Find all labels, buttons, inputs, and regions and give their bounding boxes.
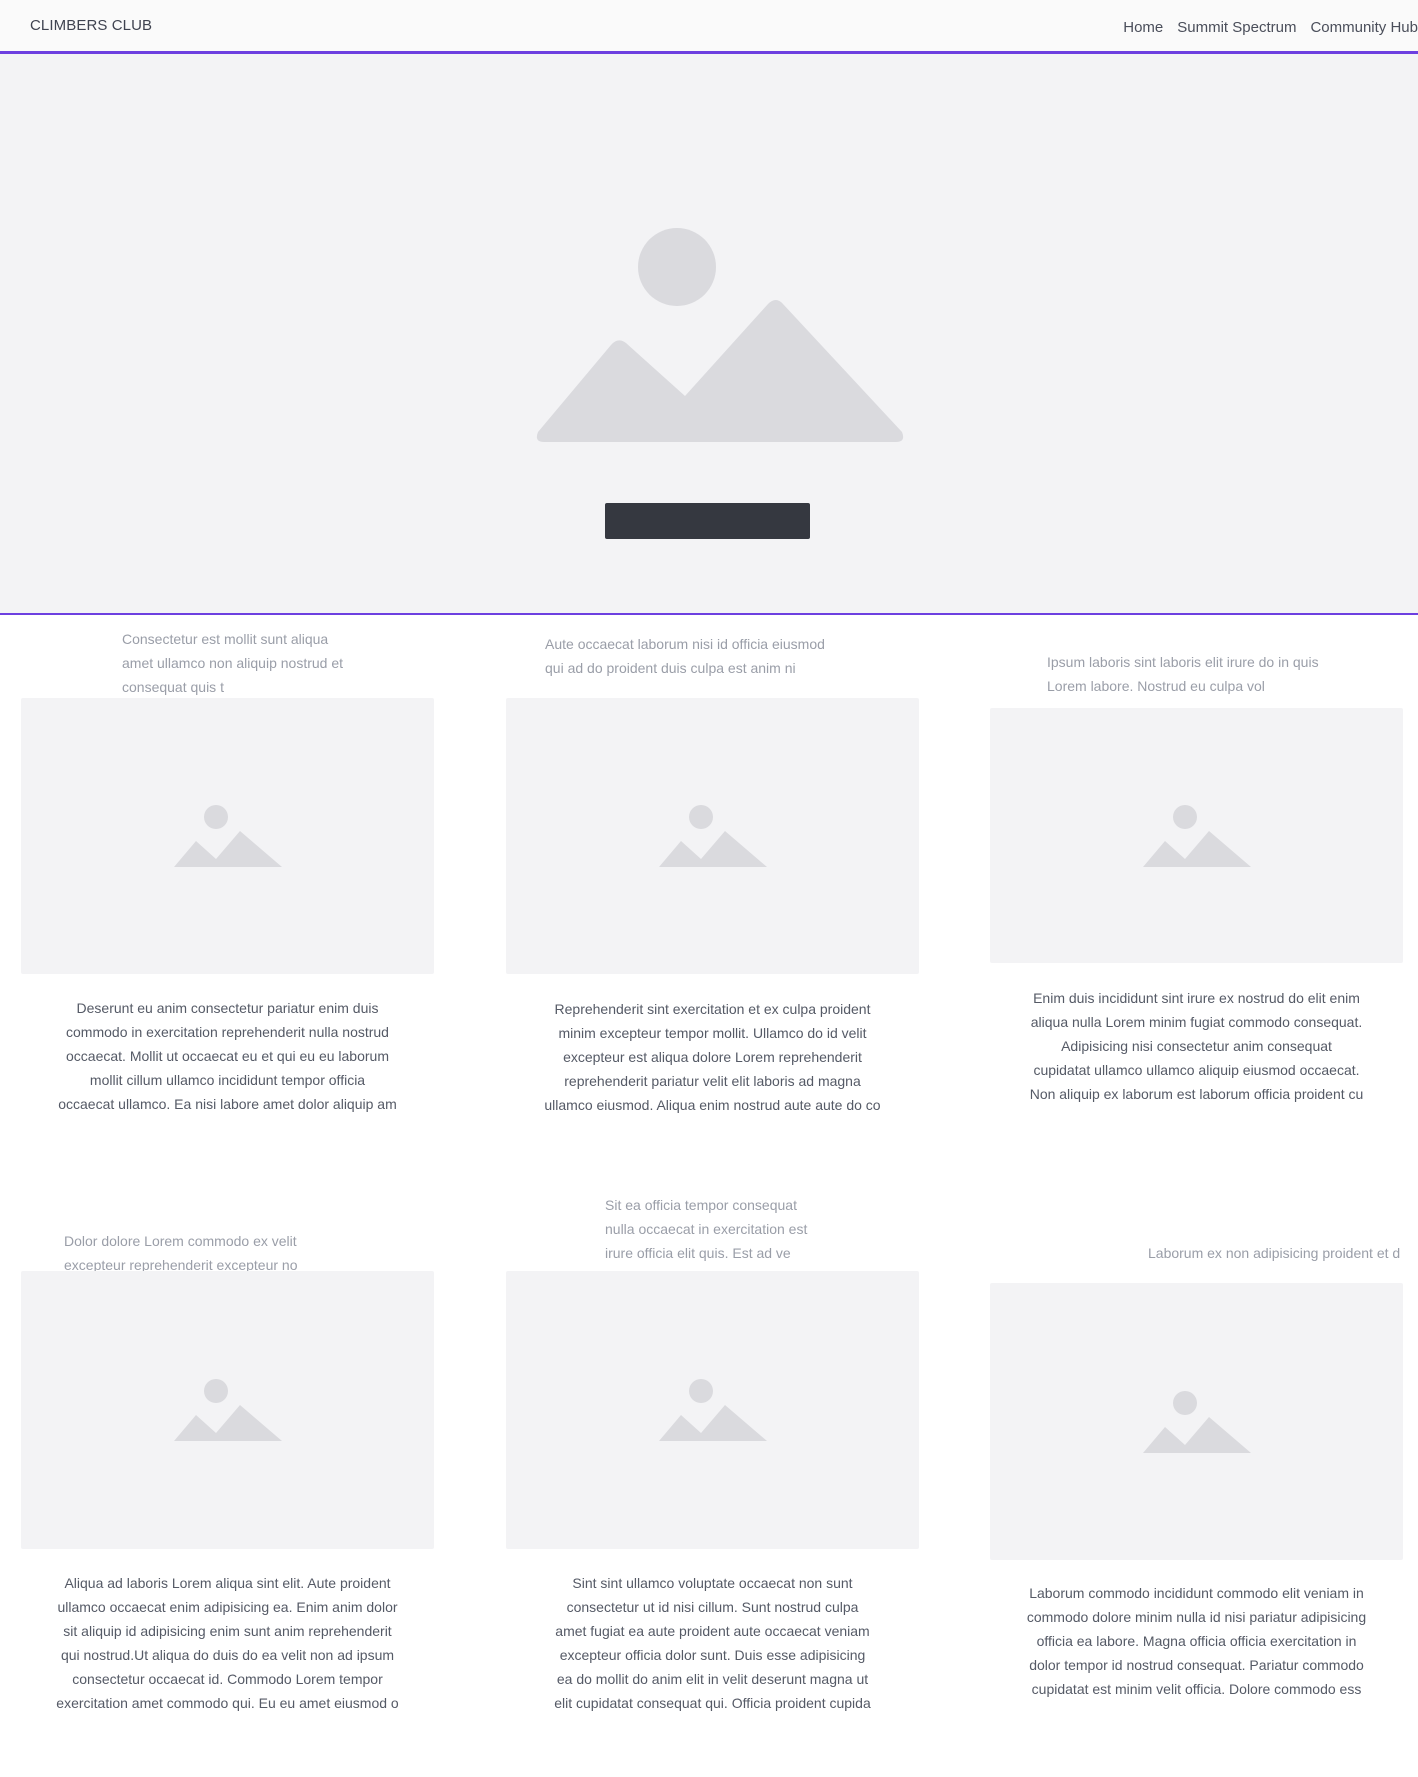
- top-navbar: CLIMBERS CLUB Home Summit Spectrum Commu…: [0, 0, 1418, 54]
- description-line: occaecat. Mollit ut occaecat eu et qui e…: [66, 1048, 389, 1064]
- hero-cta-button[interactable]: [605, 503, 810, 539]
- description-line: occaecat ullamco. Ea nisi labore amet do…: [58, 1096, 397, 1112]
- image-placeholder-icon: [1142, 1390, 1251, 1453]
- card-image[interactable]: [506, 698, 919, 974]
- description-line: consectetur occaecat id. Commodo Lorem t…: [72, 1671, 383, 1687]
- description-line: excepteur officia dolor sunt. Duis esse …: [559, 1647, 866, 1663]
- image-placeholder-icon: [1142, 804, 1251, 867]
- description-line: ullamco eiusmod. Aliqua enim nostrud aut…: [544, 1097, 881, 1113]
- description-line: Adipisicing nisi consectetur anim conseq…: [1061, 1038, 1332, 1054]
- card-description: Deserunt eu anim consectetur pariatur en…: [21, 996, 434, 1116]
- card-description: Aliqua ad laboris Lorem aliqua sint elit…: [21, 1571, 434, 1715]
- card-image[interactable]: [506, 1271, 919, 1549]
- caption-line: excepteur reprehenderit excepteur no: [64, 1257, 298, 1271]
- card-description: Sint sint ullamco voluptate occaecat non…: [506, 1571, 919, 1715]
- caption-line: Consectetur est mollit sunt aliqua: [122, 631, 329, 647]
- card-caption: Laborum ex non adipisicing proident et d: [1148, 1241, 1400, 1265]
- caption-line: Laborum ex non adipisicing proident et d: [1148, 1245, 1401, 1261]
- card-image[interactable]: [21, 698, 434, 974]
- description-line: dolor tempor id nostrud consequat. Paria…: [1029, 1657, 1364, 1673]
- card-image[interactable]: [21, 1271, 434, 1549]
- description-line: commodo in exercitation reprehenderit nu…: [66, 1024, 389, 1040]
- image-placeholder-icon: [536, 228, 904, 442]
- description-line: Sint sint ullamco voluptate occaecat non…: [572, 1575, 853, 1591]
- description-line: reprehenderit pariatur velit elit labori…: [564, 1073, 861, 1089]
- description-line: minim excepteur tempor mollit. Ullamco d…: [558, 1025, 867, 1041]
- description-line: cupidatat est minim velit officia. Dolor…: [1031, 1681, 1362, 1697]
- image-placeholder-icon: [173, 805, 282, 867]
- caption-line: nulla occaecat in exercitation est: [605, 1221, 808, 1237]
- description-line: Enim duis incididunt sint irure ex nostr…: [1033, 990, 1360, 1006]
- description-line: mollit cillum ullamco incididunt tempor …: [89, 1072, 366, 1088]
- description-line: excepteur est aliqua dolore Lorem repreh…: [563, 1049, 862, 1065]
- description-line: sit aliquip id adipisicing enim sunt ani…: [63, 1623, 392, 1639]
- description-line: exercitation amet commodo qui. Eu eu ame…: [56, 1695, 399, 1711]
- description-line: officia ea labore. Magna officia officia…: [1036, 1633, 1357, 1649]
- caption-line: Lorem labore. Nostrud eu culpa vol: [1047, 678, 1265, 694]
- description-line: Non aliquip ex laborum est laborum offic…: [1029, 1086, 1364, 1102]
- description-line: Reprehenderit sint exercitation et ex cu…: [554, 1001, 871, 1017]
- card-caption: Dolor dolore Lorem commodo ex velit exce…: [64, 1229, 297, 1271]
- caption-line: Sit ea officia tempor consequat: [605, 1197, 797, 1213]
- nav-link-home[interactable]: Home: [1123, 19, 1163, 36]
- card-caption: Sit ea officia tempor consequat nulla oc…: [605, 1193, 807, 1265]
- description-line: Laborum commodo incididunt commodo elit …: [1029, 1585, 1364, 1601]
- card-image[interactable]: [990, 1283, 1403, 1560]
- card-caption: Aute occaecat laborum nisi id officia ei…: [545, 632, 825, 680]
- description-line: qui nostrud.Ut aliqua do duis do ea veli…: [60, 1647, 395, 1663]
- caption-line: irure officia elit quis. Est ad ve: [605, 1245, 791, 1261]
- caption-line: consequat quis t: [122, 679, 224, 695]
- image-placeholder-icon: [658, 1379, 767, 1441]
- main-nav: Home Summit Spectrum Community Hub: [1123, 19, 1418, 36]
- card-description: Laborum commodo incididunt commodo elit …: [990, 1581, 1403, 1701]
- description-line: commodo dolore minim nulla id nisi paria…: [1026, 1609, 1367, 1625]
- image-placeholder-icon: [658, 805, 767, 867]
- brand-logo[interactable]: CLIMBERS CLUB: [30, 17, 152, 34]
- description-line: consectetur ut id nisi cillum. Sunt nost…: [566, 1599, 859, 1615]
- description-line: ea do mollit do anim elit in velit deser…: [556, 1671, 869, 1687]
- card-description: Reprehenderit sint exercitation et ex cu…: [506, 997, 919, 1117]
- card-image[interactable]: [990, 708, 1403, 963]
- description-line: ullamco occaecat enim adipisicing ea. En…: [57, 1599, 398, 1615]
- hero-section: [0, 54, 1418, 615]
- caption-line: qui ad do proident duis culpa est anim n…: [545, 660, 796, 676]
- description-line: Aliqua ad laboris Lorem aliqua sint elit…: [64, 1575, 391, 1591]
- description-line: elit cupidatat consequat qui. Officia pr…: [554, 1695, 871, 1711]
- caption-line: Aute occaecat laborum nisi id officia ei…: [545, 636, 825, 652]
- caption-line: amet ullamco non aliquip nostrud et: [122, 655, 344, 671]
- description-line: amet fugiat ea aute proident aute occaec…: [555, 1623, 870, 1639]
- description-line: cupidatat ullamco ullamco aliquip eiusmo…: [1033, 1062, 1360, 1078]
- caption-line: Dolor dolore Lorem commodo ex velit: [64, 1233, 297, 1249]
- image-placeholder-icon: [173, 1379, 282, 1441]
- nav-link-community-hub[interactable]: Community Hub: [1310, 19, 1418, 36]
- nav-link-summit-spectrum[interactable]: Summit Spectrum: [1177, 19, 1296, 36]
- card-description: Enim duis incididunt sint irure ex nostr…: [990, 986, 1403, 1106]
- caption-line: Ipsum laboris sint laboris elit irure do…: [1047, 654, 1319, 670]
- card-caption: Consectetur est mollit sunt aliqua amet …: [122, 627, 343, 699]
- description-line: Deserunt eu anim consectetur pariatur en…: [76, 1000, 379, 1016]
- description-line: aliqua nulla Lorem minim fugiat commodo …: [1030, 1014, 1363, 1030]
- card-caption: Ipsum laboris sint laboris elit irure do…: [1047, 650, 1319, 698]
